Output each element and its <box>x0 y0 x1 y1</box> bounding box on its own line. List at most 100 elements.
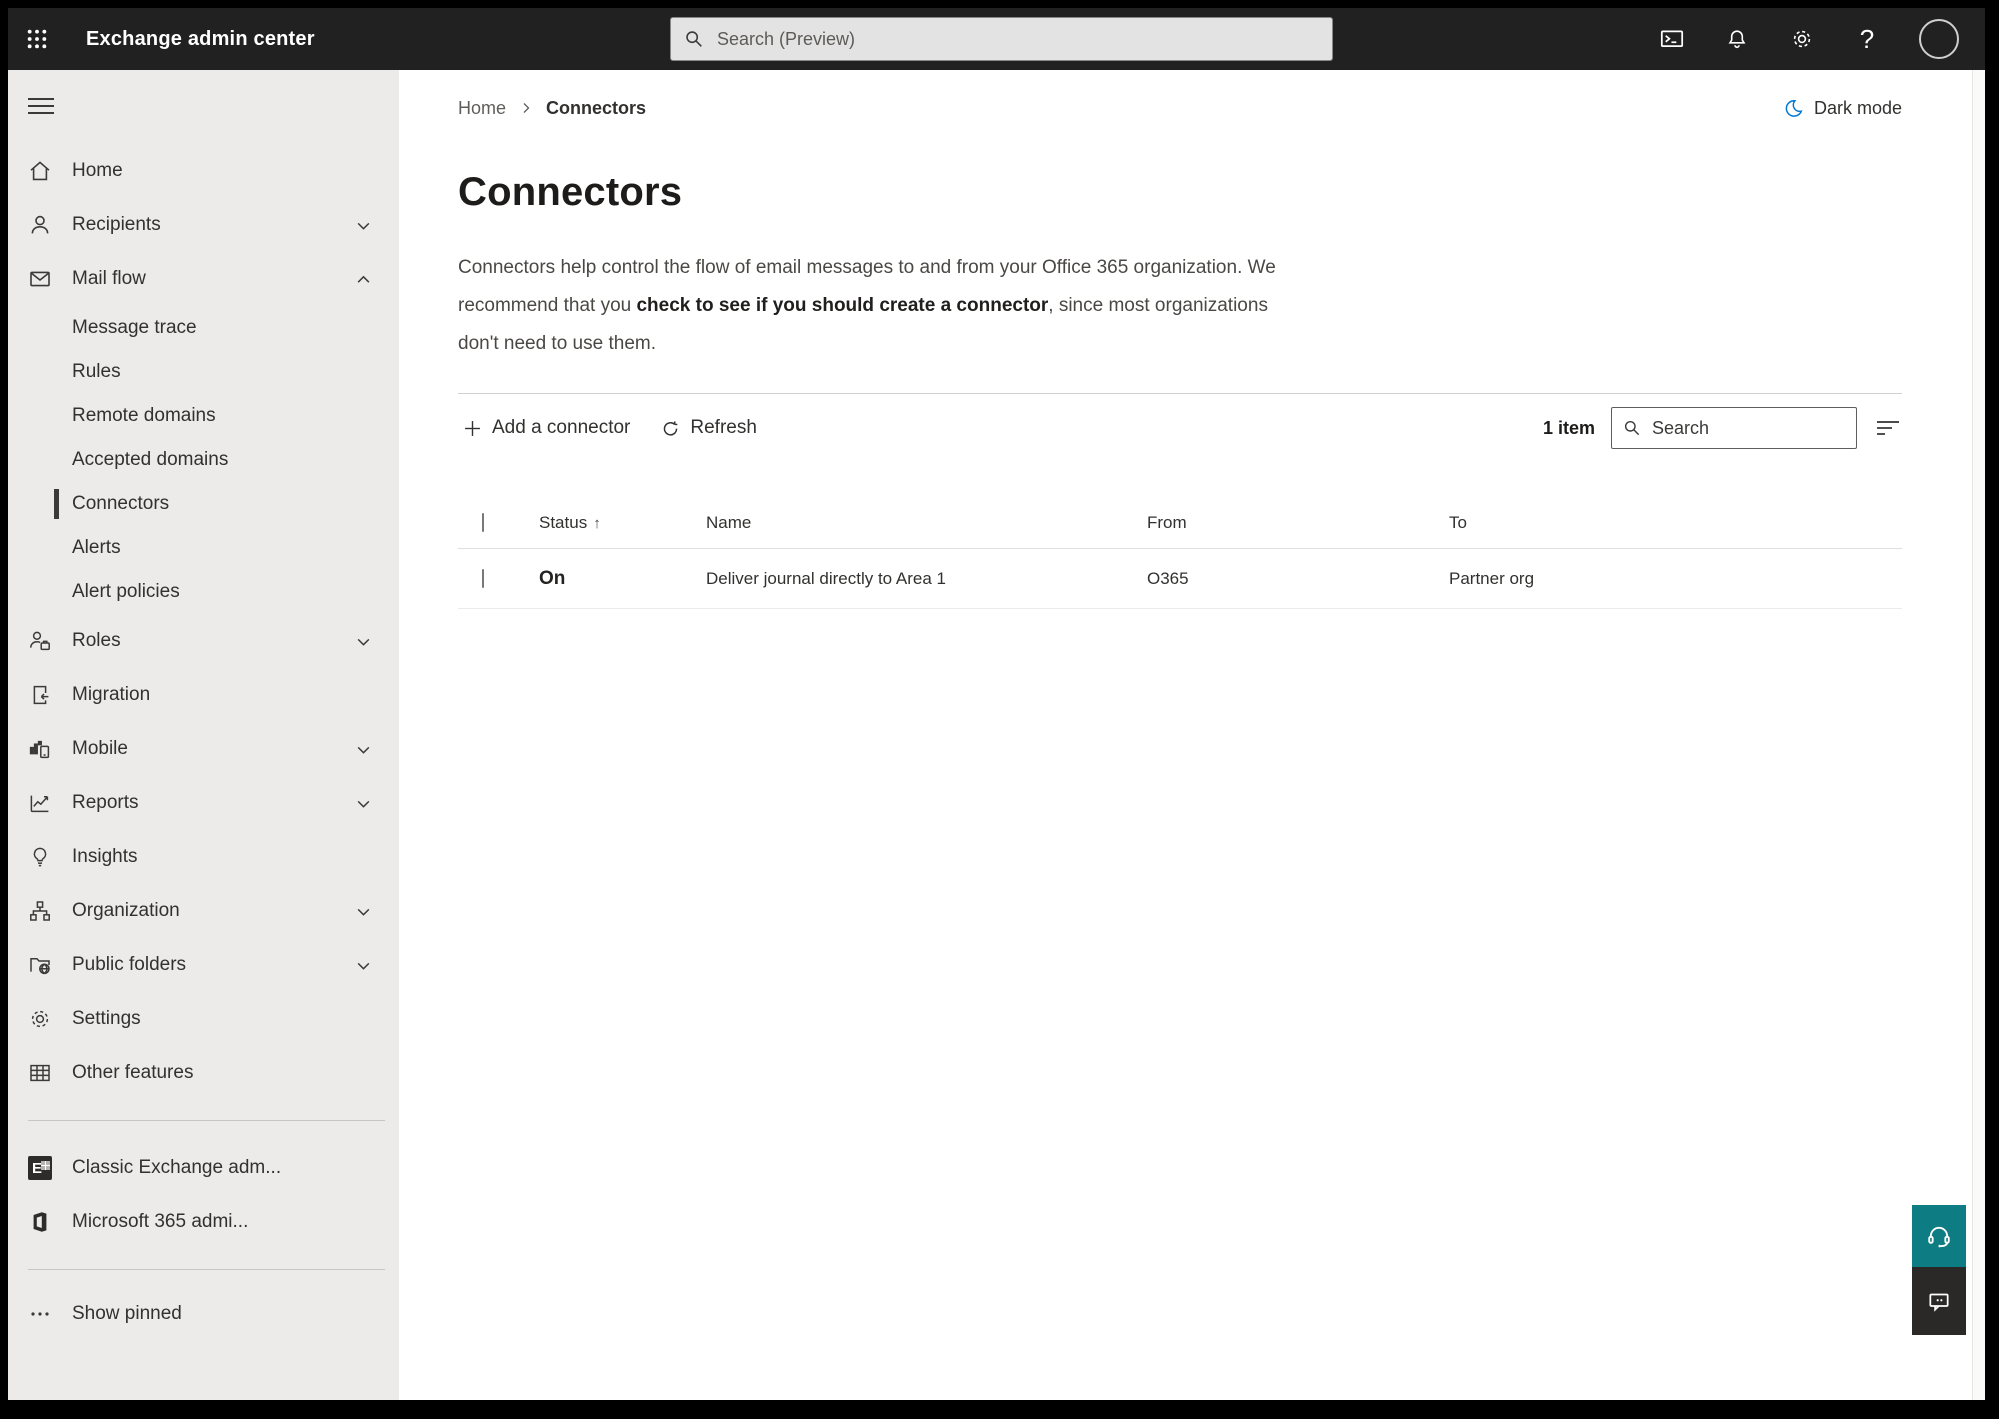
exchange-admin-center-app: Exchange admin center Search (Preview) ?… <box>8 8 1985 1400</box>
list-search-box[interactable] <box>1611 407 1857 449</box>
search-icon <box>683 28 705 50</box>
sidebar-item-home[interactable]: Home <box>8 144 399 198</box>
chevron-up-icon <box>356 272 371 287</box>
column-header-status[interactable]: Status ↑ <box>539 513 706 533</box>
feedback-button[interactable] <box>1912 1267 1966 1335</box>
sidebar-item-label: Organization <box>72 900 180 921</box>
migration-icon <box>28 683 52 707</box>
lightbulb-icon <box>28 845 52 869</box>
sidebar-item-label: Connectors <box>72 493 170 514</box>
add-connector-label: Add a connector <box>492 417 631 438</box>
powershell-button[interactable] <box>1659 26 1685 52</box>
hamburger-icon <box>28 97 54 115</box>
sidebar-item-remote-domains[interactable]: Remote domains <box>8 394 399 438</box>
sidebar-item-connectors[interactable]: Connectors <box>8 482 399 526</box>
column-header-to[interactable]: To <box>1449 513 1902 533</box>
sidebar-item-label: Other features <box>72 1062 194 1083</box>
search-icon <box>1622 418 1642 438</box>
gear-icon <box>1790 27 1814 51</box>
account-avatar[interactable] <box>1919 19 1959 59</box>
list-toolbar: Add a connector Refresh 1 item <box>458 393 1902 462</box>
mobile-devices-icon <box>28 737 52 761</box>
table-row[interactable]: On Deliver journal directly to Area 1 O3… <box>458 549 1902 609</box>
select-all-checkbox[interactable] <box>482 513 484 532</box>
support-button[interactable] <box>1912 1205 1966 1267</box>
row-checkbox[interactable] <box>482 568 484 588</box>
ellipsis-icon <box>28 1302 52 1326</box>
chevron-down-icon <box>356 634 371 649</box>
create-connector-check-link[interactable]: check to see if you should create a conn… <box>636 295 1048 316</box>
add-connector-button[interactable]: Add a connector <box>458 411 634 445</box>
table-header-row: Status ↑ Name From To <box>458 498 1902 549</box>
breadcrumb-separator-icon <box>520 102 532 114</box>
sidebar-item-roles[interactable]: Roles <box>8 614 399 668</box>
org-chart-icon <box>28 899 52 923</box>
sidebar-item-recipients[interactable]: Recipients <box>8 198 399 252</box>
help-button[interactable]: ? <box>1854 26 1880 52</box>
connectors-table: Status ↑ Name From To On Deliver journal… <box>458 498 1902 609</box>
topbar-actions: ? <box>1659 8 1985 70</box>
sidebar-item-settings[interactable]: Settings <box>8 992 399 1046</box>
bell-icon <box>1725 27 1749 51</box>
sidebar-item-microsoft-365-admin[interactable]: Microsoft 365 admi... <box>8 1195 399 1249</box>
breadcrumb-home-link[interactable]: Home <box>458 98 506 119</box>
sidebar-item-reports[interactable]: Reports <box>8 776 399 830</box>
sidebar-item-label: Show pinned <box>72 1303 182 1324</box>
sidebar-item-mobile[interactable]: Mobile <box>8 722 399 776</box>
sidebar-item-public-folders[interactable]: Public folders <box>8 938 399 992</box>
list-search-input[interactable] <box>1652 417 1846 439</box>
sidebar-item-label: Rules <box>72 361 121 382</box>
column-header-name[interactable]: Name <box>706 513 1147 533</box>
nav-collapse-button[interactable] <box>28 86 68 126</box>
column-header-from[interactable]: From <box>1147 513 1449 533</box>
global-search-box[interactable] <box>670 17 1333 61</box>
table-grid-icon <box>28 1061 52 1085</box>
sidebar-item-label: Insights <box>72 846 138 867</box>
sidebar-item-label: Settings <box>72 1008 141 1029</box>
sidebar-item-insights[interactable]: Insights <box>8 830 399 884</box>
sidebar-item-label: Accepted domains <box>72 449 229 470</box>
sidebar-item-other-features[interactable]: Other features <box>8 1046 399 1100</box>
scrollbar-track[interactable] <box>1972 70 1985 1400</box>
public-folder-icon <box>28 953 52 977</box>
app-launcher-button[interactable] <box>8 8 66 70</box>
sidebar-item-migration[interactable]: Migration <box>8 668 399 722</box>
sidebar-item-label: Mobile <box>72 738 128 759</box>
sidebar-item-mail-flow[interactable]: Mail flow <box>8 252 399 306</box>
sidebar-item-accepted-domains[interactable]: Accepted domains <box>8 438 399 482</box>
exchange-logo-icon: E <box>28 1156 52 1180</box>
chevron-down-icon <box>356 218 371 233</box>
row-from: O365 <box>1147 568 1189 588</box>
item-count: 1 item <box>1542 417 1595 438</box>
left-navigation: Home Recipients Mail flow Message trace … <box>8 70 399 1400</box>
sidebar-item-message-trace[interactable]: Message trace <box>8 306 399 350</box>
chat-bubble-icon <box>1926 1288 1952 1314</box>
waffle-icon <box>26 28 48 50</box>
settings-button[interactable] <box>1789 26 1815 52</box>
breadcrumb: Home Connectors Dark mode <box>458 96 1902 120</box>
reports-chart-icon <box>28 791 52 815</box>
headset-icon <box>1925 1222 1953 1250</box>
notifications-button[interactable] <box>1724 26 1750 52</box>
sidebar-divider <box>28 1269 385 1270</box>
filter-button[interactable] <box>1874 414 1902 442</box>
global-search-input[interactable] <box>717 28 1320 50</box>
sidebar-item-label: Remote domains <box>72 405 216 426</box>
dark-mode-toggle[interactable]: Dark mode <box>1783 98 1902 119</box>
terminal-icon <box>1659 26 1685 52</box>
chevron-down-icon <box>356 904 371 919</box>
sort-ascending-icon: ↑ <box>593 514 601 532</box>
chevron-down-icon <box>356 958 371 973</box>
sidebar-item-organization[interactable]: Organization <box>8 884 399 938</box>
sidebar-item-label: Home <box>72 160 123 181</box>
show-pinned-button[interactable]: Show pinned <box>8 1290 399 1338</box>
refresh-button[interactable]: Refresh <box>656 411 761 445</box>
sidebar-item-classic-exchange-admin[interactable]: E Classic Exchange adm... <box>8 1141 399 1195</box>
refresh-icon <box>660 418 681 439</box>
sidebar-item-alert-policies[interactable]: Alert policies <box>8 570 399 614</box>
app-title: Exchange admin center <box>86 27 315 50</box>
sidebar-item-alerts[interactable]: Alerts <box>8 526 399 570</box>
sidebar-item-label: Mail flow <box>72 268 146 289</box>
sidebar-item-rules[interactable]: Rules <box>8 350 399 394</box>
floating-action-buttons <box>1912 1205 1966 1335</box>
